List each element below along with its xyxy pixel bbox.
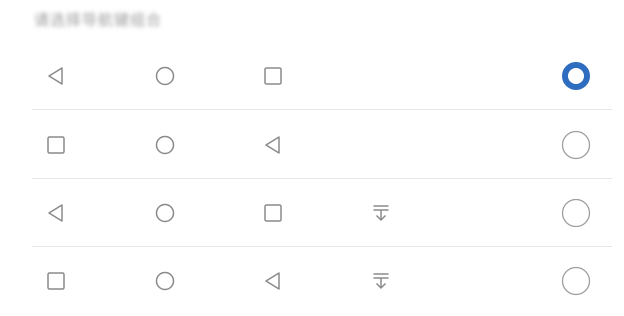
- row-divider: [32, 109, 612, 110]
- home-icon: [154, 134, 176, 156]
- recents-icon: [45, 134, 67, 156]
- nav-option-row[interactable]: [0, 42, 624, 110]
- back-icon: [262, 134, 284, 156]
- radio-button-selected[interactable]: [561, 61, 591, 91]
- back-icon: [262, 270, 284, 292]
- nav-option-row[interactable]: [0, 247, 624, 315]
- nav-option-row[interactable]: [0, 179, 624, 247]
- home-icon: [154, 65, 176, 87]
- recents-icon: [45, 270, 67, 292]
- back-icon: [45, 202, 67, 224]
- radio-button[interactable]: [561, 130, 591, 160]
- radio-button[interactable]: [561, 198, 591, 228]
- nav-option-row[interactable]: [0, 111, 624, 179]
- recents-icon: [262, 202, 284, 224]
- home-icon: [154, 270, 176, 292]
- notification-pull-down-icon: [370, 270, 392, 292]
- notification-pull-down-icon: [370, 202, 392, 224]
- page-title: 请选择导航键组合: [34, 11, 163, 29]
- home-icon: [154, 202, 176, 224]
- back-icon: [45, 65, 67, 87]
- radio-button[interactable]: [561, 266, 591, 296]
- recents-icon: [262, 65, 284, 87]
